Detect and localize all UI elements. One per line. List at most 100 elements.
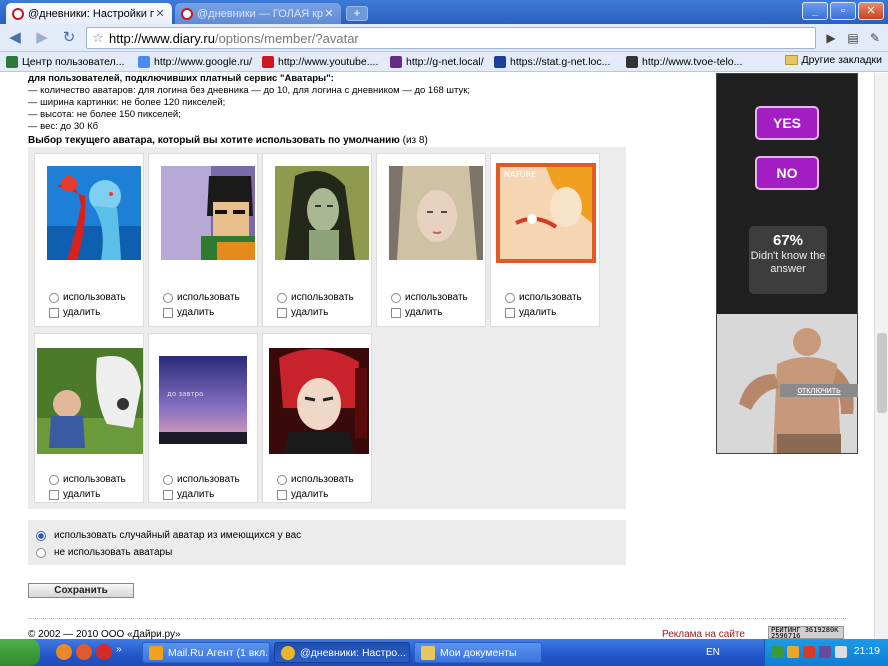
no-avatar-radio[interactable] bbox=[36, 547, 46, 558]
use-radio[interactable] bbox=[277, 474, 287, 485]
bookmark-item[interactable]: http://g-net.local/ bbox=[390, 54, 484, 70]
other-bookmarks-label: Другие закладки bbox=[801, 54, 882, 66]
tray-network-icon[interactable] bbox=[771, 646, 783, 658]
no-avatar-option[interactable]: не использовать аватары bbox=[36, 547, 172, 558]
delete-option[interactable]: удалить bbox=[49, 307, 100, 318]
opera-quicklaunch-icon[interactable] bbox=[96, 644, 112, 660]
delete-option[interactable]: удалить bbox=[505, 307, 556, 318]
avatar-grid: использовать удалить использовать удалит… bbox=[28, 147, 626, 509]
chevron-right-icon[interactable]: » bbox=[116, 644, 126, 660]
page-menu-icon[interactable]: ▤ bbox=[842, 28, 864, 48]
delete-checkbox[interactable] bbox=[505, 307, 515, 318]
bookmark-item[interactable]: https://stat.g-net.loc... bbox=[494, 54, 610, 70]
rating-counter[interactable]: РЕЙТИНГ 3619280K 2596716 bbox=[768, 626, 844, 639]
bookmark-item[interactable]: http://www.youtube.... bbox=[262, 54, 378, 70]
tray-antivirus-icon[interactable] bbox=[803, 646, 815, 658]
ad-no-button[interactable]: NO bbox=[755, 156, 819, 190]
use-option[interactable]: использовать bbox=[49, 292, 126, 303]
bookmark-star-icon[interactable]: ☆ bbox=[87, 30, 109, 46]
tab-diary-other[interactable]: @дневники — ГОЛАЯ кри... ✕ bbox=[175, 3, 341, 24]
other-bookmarks[interactable]: Другие закладки bbox=[784, 54, 882, 66]
tvoe-icon bbox=[626, 56, 638, 68]
delete-label: удалить bbox=[63, 489, 101, 500]
use-radio[interactable] bbox=[391, 292, 401, 303]
task-chrome[interactable]: @дневники: Настро... bbox=[274, 642, 410, 663]
use-radio[interactable] bbox=[163, 474, 173, 485]
tab-diary-settings[interactable]: @дневники: Настройки п... ✕ bbox=[6, 3, 172, 24]
wrench-icon[interactable]: ✎ bbox=[864, 28, 886, 48]
minimize-button[interactable]: _ bbox=[802, 2, 828, 20]
maximize-button[interactable]: ▫ bbox=[830, 2, 856, 20]
use-radio[interactable] bbox=[163, 292, 173, 303]
close-window-button[interactable]: ✕ bbox=[858, 2, 884, 20]
use-option[interactable]: использовать bbox=[505, 292, 582, 303]
delete-checkbox[interactable] bbox=[391, 307, 401, 318]
save-button[interactable]: Сохранить bbox=[28, 583, 134, 598]
chrome-quicklaunch-icon[interactable] bbox=[56, 644, 72, 660]
requirements-heading: для пользователей, подключивших платный … bbox=[28, 73, 334, 84]
delete-checkbox[interactable] bbox=[277, 307, 287, 318]
start-button[interactable] bbox=[0, 639, 40, 666]
use-label: использовать bbox=[291, 474, 354, 485]
delete-checkbox[interactable] bbox=[49, 489, 59, 500]
use-radio[interactable] bbox=[277, 292, 287, 303]
delete-label: удалить bbox=[177, 307, 215, 318]
new-tab-button[interactable]: + bbox=[346, 6, 368, 21]
avatar-image bbox=[47, 166, 141, 260]
delete-option[interactable]: удалить bbox=[277, 307, 328, 318]
delete-option[interactable]: удалить bbox=[391, 307, 442, 318]
delete-checkbox[interactable] bbox=[277, 489, 287, 500]
use-option[interactable]: использовать bbox=[49, 474, 126, 485]
use-option[interactable]: использовать bbox=[163, 292, 240, 303]
bookmark-item[interactable]: Центр пользовател... bbox=[6, 54, 125, 70]
google-icon bbox=[138, 56, 150, 68]
avatar-image: NATURE bbox=[496, 163, 596, 263]
reload-icon[interactable]: ↻ bbox=[57, 27, 81, 49]
ad-disable-link[interactable]: отключить bbox=[780, 384, 858, 397]
speaker-icon[interactable] bbox=[835, 646, 847, 658]
avatar-global-options: использовать случайный аватар из имеющих… bbox=[28, 520, 626, 565]
tray-mail-icon[interactable] bbox=[787, 646, 799, 658]
firefox-quicklaunch-icon[interactable] bbox=[76, 644, 92, 660]
delete-option[interactable]: удалить bbox=[163, 489, 214, 500]
use-radio[interactable] bbox=[505, 292, 515, 303]
use-option[interactable]: использовать bbox=[277, 474, 354, 485]
forward-arrow-icon[interactable]: ▶ bbox=[30, 27, 54, 49]
random-avatar-radio[interactable] bbox=[36, 530, 46, 541]
delete-checkbox[interactable] bbox=[49, 307, 59, 318]
close-tab-icon[interactable]: ✕ bbox=[323, 7, 335, 20]
random-avatar-option[interactable]: использовать случайный аватар из имеющих… bbox=[36, 530, 301, 541]
use-label: использовать bbox=[405, 292, 468, 303]
url-text[interactable]: http://www.diary.ru/options/member/?avat… bbox=[109, 31, 359, 46]
vertical-scrollbar[interactable] bbox=[874, 73, 888, 639]
avatar-caption: NATURE bbox=[504, 170, 536, 179]
task-mailru-agent[interactable]: Mail.Ru Агент (1 вкл... bbox=[142, 642, 270, 663]
tray-app-icon[interactable] bbox=[819, 646, 831, 658]
use-radio[interactable] bbox=[49, 292, 59, 303]
bookmark-item[interactable]: http://www.google.ru/ bbox=[138, 54, 252, 70]
use-radio[interactable] bbox=[49, 474, 59, 485]
bookmark-item[interactable]: http://www.tvoe-telo... bbox=[626, 54, 742, 70]
back-arrow-icon[interactable]: ◀ bbox=[3, 27, 27, 49]
use-option[interactable]: использовать bbox=[163, 474, 240, 485]
play-icon[interactable]: ▶ bbox=[822, 28, 840, 48]
task-my-documents[interactable]: Мои документы bbox=[414, 642, 542, 663]
language-indicator[interactable]: EN bbox=[706, 647, 720, 658]
delete-checkbox[interactable] bbox=[163, 489, 173, 500]
ad-yes-button[interactable]: YES bbox=[755, 106, 819, 140]
requirements-line: — высота: не более 150 пикселей; bbox=[28, 109, 181, 120]
advertising-link[interactable]: Реклама на сайте bbox=[662, 629, 745, 639]
close-tab-icon[interactable]: ✕ bbox=[154, 7, 166, 20]
use-option[interactable]: использовать bbox=[391, 292, 468, 303]
bookmark-label: Центр пользовател... bbox=[22, 56, 125, 68]
delete-checkbox[interactable] bbox=[163, 307, 173, 318]
use-option[interactable]: использовать bbox=[277, 292, 354, 303]
delete-option[interactable]: удалить bbox=[277, 489, 328, 500]
bookmark-label: http://www.tvoe-telo... bbox=[642, 56, 743, 68]
address-bar[interactable]: ☆ http://www.diary.ru/options/member/?av… bbox=[86, 27, 816, 49]
use-label: использовать bbox=[177, 474, 240, 485]
scrollbar-thumb[interactable] bbox=[877, 333, 887, 413]
delete-option[interactable]: удалить bbox=[163, 307, 214, 318]
browser-titlebar: @дневники: Настройки п... ✕ @дневники — … bbox=[0, 0, 888, 24]
delete-option[interactable]: удалить bbox=[49, 489, 100, 500]
